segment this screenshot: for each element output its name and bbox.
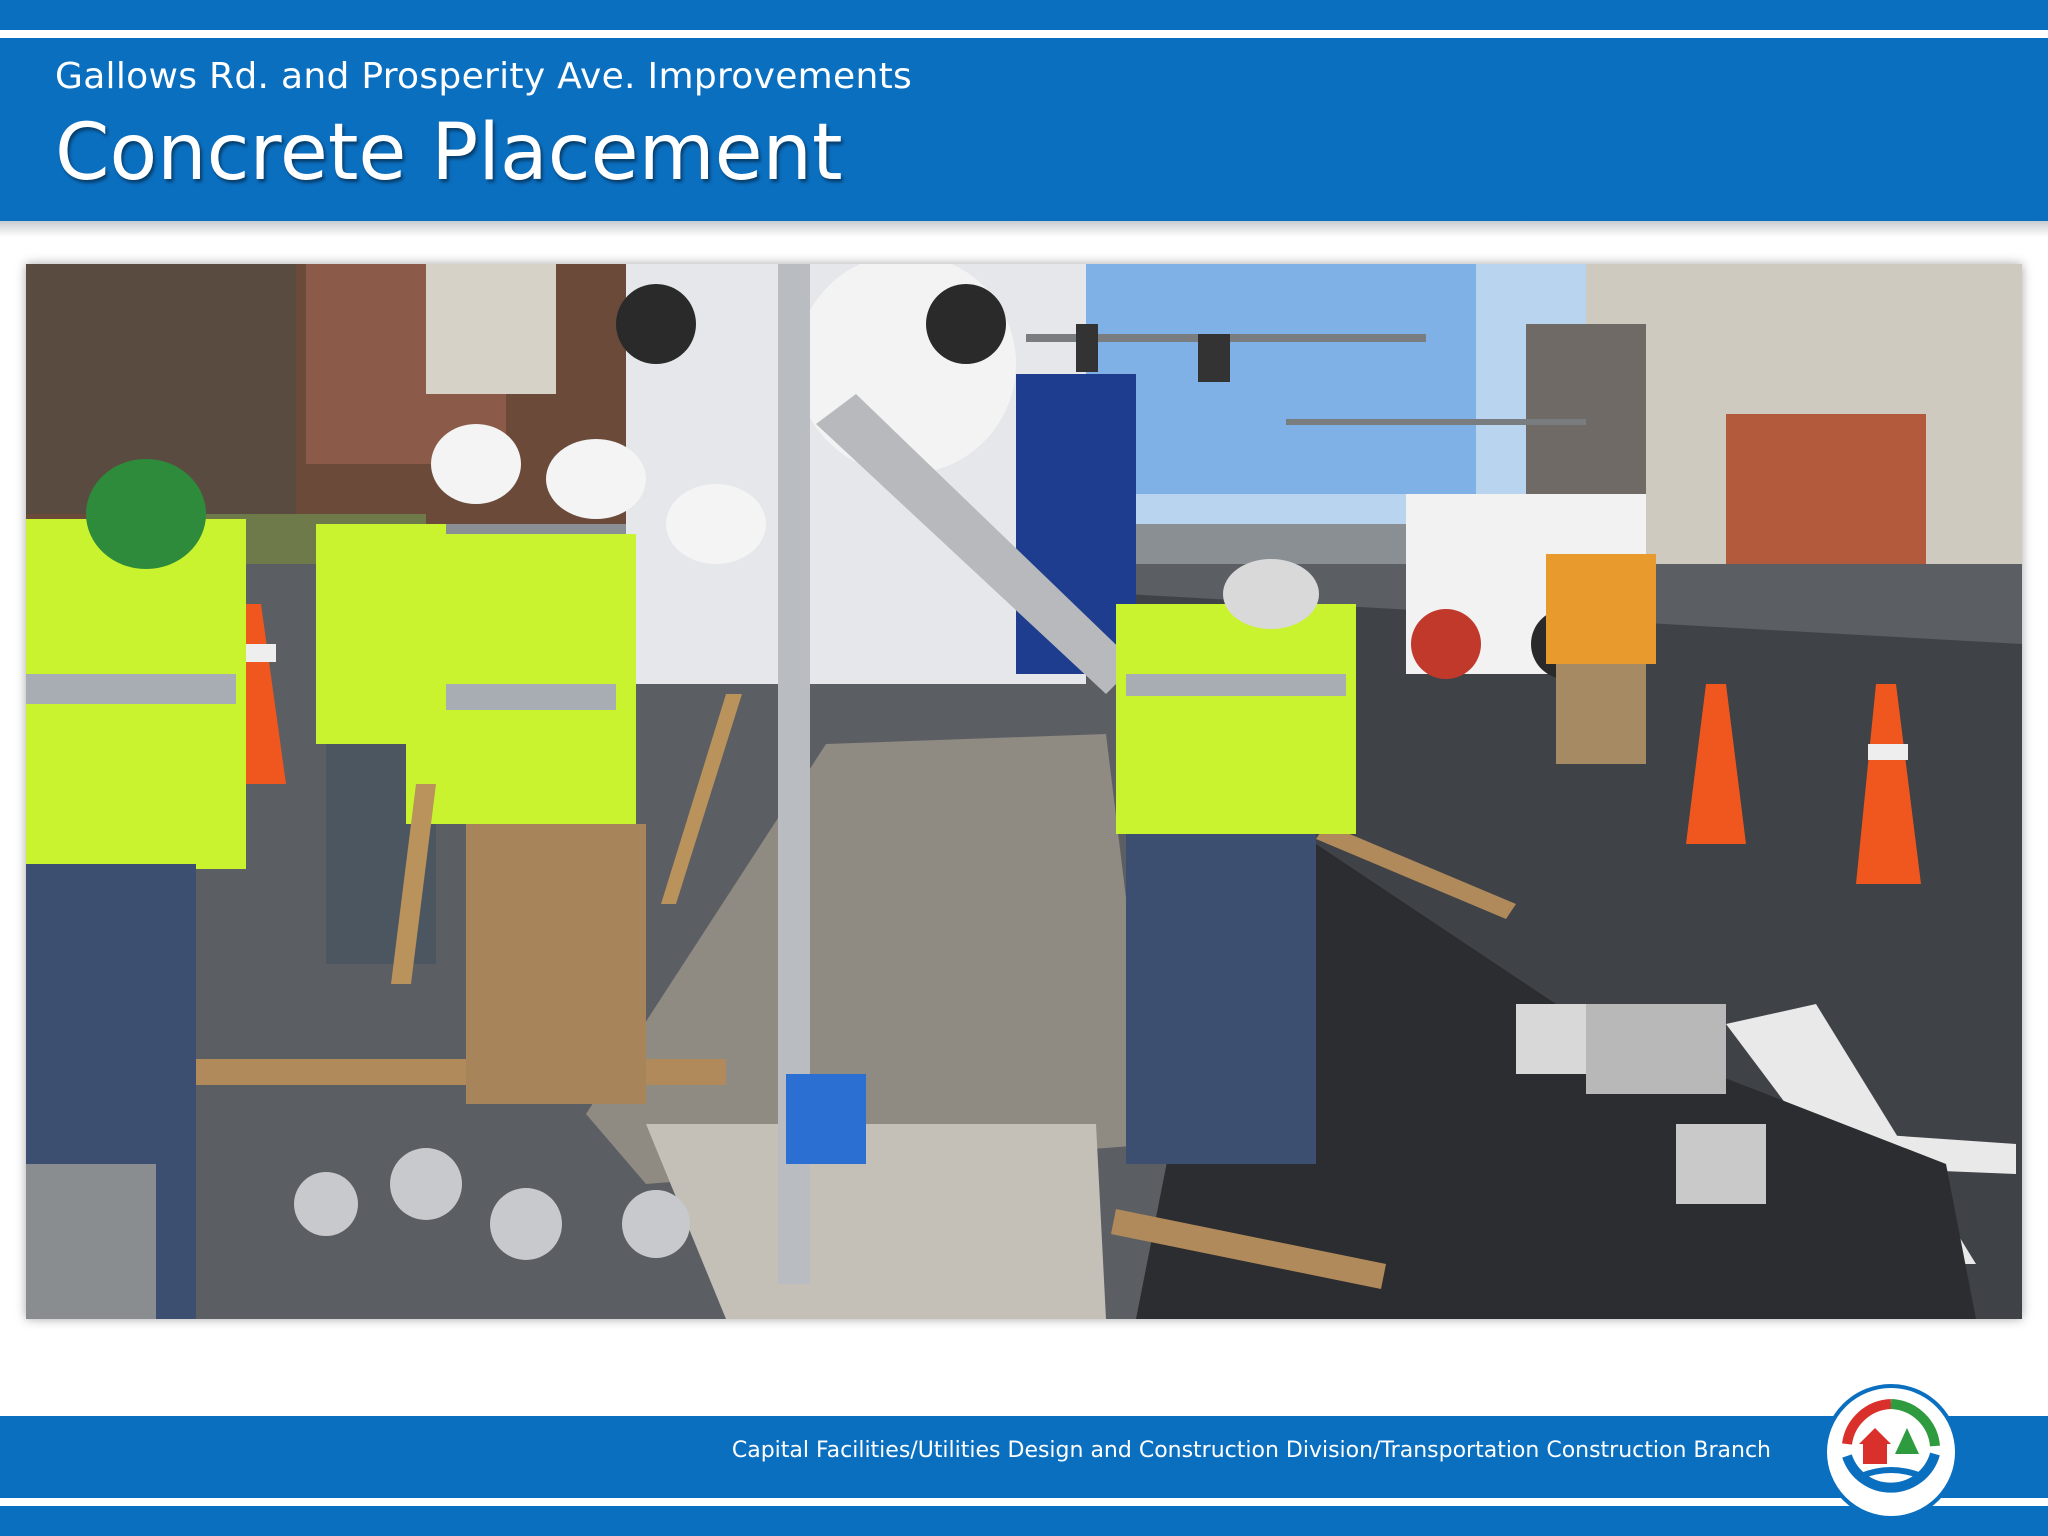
- slide-title: Concrete Placement: [55, 108, 843, 198]
- slide-header: Gallows Rd. and Prosperity Ave. Improvem…: [0, 38, 2048, 221]
- slide-subtitle: Gallows Rd. and Prosperity Ave. Improvem…: [55, 56, 913, 97]
- top-accent-band: [0, 0, 2048, 30]
- header-shadow: [0, 221, 2048, 237]
- top-accent-line: [0, 30, 2048, 38]
- footer-accent-line: [0, 1498, 2048, 1506]
- county-seal-icon: [1823, 1384, 1959, 1520]
- footer-division-text: Capital Facilities/Utilities Design and …: [731, 1438, 1771, 1463]
- construction-photo: [26, 264, 2022, 1319]
- footer-bottom-band: [0, 1506, 2048, 1536]
